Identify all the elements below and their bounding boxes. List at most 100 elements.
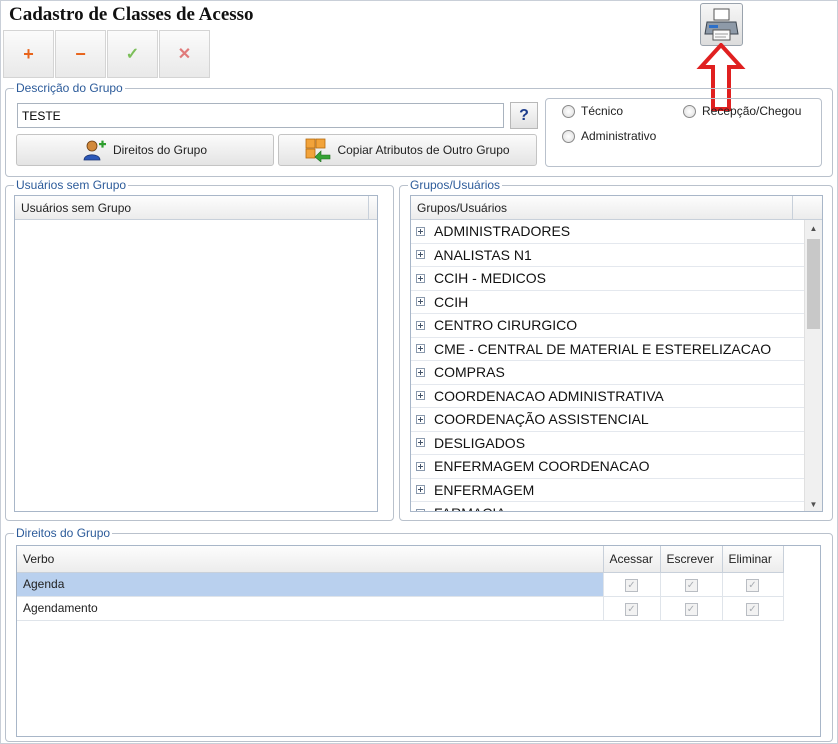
tree-item-label: ENFERMAGEM [434, 481, 535, 498]
acessar-cell: ✓ [603, 596, 661, 621]
expand-icon[interactable] [416, 297, 425, 307]
escrever-checkbox[interactable]: ✓ [684, 578, 698, 592]
table-row[interactable]: Agenda ✓ ✓ ✓ [17, 572, 784, 597]
expand-icon[interactable] [416, 367, 425, 377]
acessar-checkbox[interactable]: ✓ [625, 602, 638, 616]
tree-item[interactable]: COMPRAS [411, 361, 805, 385]
direitos-table: Verbo Acessar Escrever Eliminar Agenda ✓ ✓… [17, 546, 784, 621]
expand-icon[interactable] [416, 508, 425, 511]
copiar-atributos-label: Copiar Atributos de Outro Grupo [337, 143, 510, 157]
tree-item[interactable]: ENFERMAGEM COORDENACAO [411, 455, 805, 479]
direitos-grid[interactable]: Verbo Acessar Escrever Eliminar Agenda ✓ ✓… [16, 545, 821, 737]
grid-header: Grupos/Usuários [411, 196, 822, 220]
verbo-cell: Agendamento [17, 596, 604, 621]
user-add-icon [83, 140, 106, 161]
vertical-scrollbar[interactable]: ▲ ▼ [804, 220, 822, 511]
grupos-usuarios-legend: Grupos/Usuários [410, 178, 501, 192]
column-header-grupos[interactable]: Grupos/Usuários [411, 196, 793, 219]
copy-attributes-icon [306, 138, 331, 162]
expand-icon[interactable] [416, 485, 425, 495]
tree-item-label: COORDENACAO ADMINISTRATIVA [434, 387, 664, 404]
tree-item[interactable]: ANALISTAS N1 [411, 244, 805, 267]
group-name-input[interactable] [17, 103, 504, 128]
tree-item-label: ANALISTAS N1 [434, 246, 532, 263]
cancel-button[interactable]: ✕ [159, 30, 210, 78]
expand-icon[interactable] [416, 226, 425, 236]
copiar-atributos-button[interactable]: Copiar Atributos de Outro Grupo [278, 134, 537, 166]
tree-item-label: COORDENAÇÃO ASSISTENCIAL [434, 411, 649, 428]
printer-icon [704, 8, 739, 41]
table-row[interactable]: Agendamento ✓ ✓ ✓ [17, 596, 784, 621]
tree-item[interactable]: ENFERMAGEM [411, 479, 805, 502]
descricao-legend: Descrição do Grupo [16, 81, 123, 95]
acessar-cell: ✓ [603, 572, 661, 597]
column-header-eliminar[interactable]: Eliminar [722, 546, 784, 573]
tree-item[interactable]: CENTRO CIRURGICO [411, 314, 805, 338]
tree-item[interactable]: CME - CENTRAL DE MATERIAL E ESTERELIZACA… [411, 338, 805, 361]
direitos-do-grupo-label: Direitos do Grupo [112, 143, 208, 157]
tree-item[interactable]: DESLIGADOS [411, 432, 805, 455]
column-header-acessar[interactable]: Acessar [603, 546, 661, 573]
column-header-escrever[interactable]: Escrever [660, 546, 723, 573]
tree-list: ADMINISTRADORES ANALISTAS N1 CCIH - MEDICO… [411, 220, 805, 511]
escrever-cell: ✓ [660, 596, 723, 621]
tree-item-label: FARMACIA [434, 505, 506, 511]
tree-item-label: ADMINISTRADORES [434, 223, 571, 240]
escrever-cell: ✓ [660, 572, 723, 597]
tree-item[interactable]: CCIH - MEDICOS [411, 267, 805, 291]
radio-administrativo[interactable]: Administrativo [562, 129, 656, 143]
usuarios-sem-grupo-legend: Usuários sem Grupo [16, 178, 127, 192]
radio-recepcao[interactable]: Recepção/Chegou [683, 104, 801, 118]
eliminar-checkbox[interactable]: ✓ [746, 578, 759, 592]
verbo-cell: Agenda [17, 572, 604, 597]
confirm-button[interactable]: ✓ [107, 30, 158, 78]
toolbar: + − ✓ ✕ [3, 30, 210, 78]
expand-icon[interactable] [416, 320, 425, 330]
tree-item-label: CENTRO CIRURGICO [434, 317, 578, 334]
direitos-do-grupo-button[interactable]: Direitos do Grupo [16, 134, 274, 166]
column-header-verbo[interactable]: Verbo [17, 546, 604, 573]
help-button[interactable]: ? [510, 102, 538, 129]
tree-item-label: DESLIGADOS [434, 434, 526, 451]
direitos-legend: Direitos do Grupo [16, 526, 111, 540]
tree-item[interactable]: CCIH [411, 291, 805, 314]
tree-item[interactable]: ADMINISTRADORES [411, 220, 805, 244]
eliminar-cell: ✓ [722, 572, 784, 597]
tree-item-label: ENFERMAGEM COORDENACAO [434, 458, 650, 475]
expand-icon[interactable] [416, 250, 425, 260]
page-title: Cadastro de Classes de Acesso [9, 4, 254, 25]
tree-item[interactable]: COORDENACAO ADMINISTRATIVA [411, 385, 805, 408]
scroll-up-icon[interactable]: ▲ [805, 220, 822, 236]
scroll-down-icon[interactable]: ▼ [805, 496, 822, 511]
print-button[interactable] [700, 3, 743, 46]
radio-circle [683, 104, 696, 118]
radio-circle [562, 104, 575, 118]
eliminar-cell: ✓ [722, 596, 784, 621]
tree-item-label: CCIH - MEDICOS [434, 270, 546, 287]
radio-tecnico[interactable]: Técnico [562, 104, 623, 118]
column-header-usuarios[interactable]: Usuários sem Grupo [15, 196, 369, 219]
escrever-checkbox[interactable]: ✓ [684, 602, 698, 616]
radio-administrativo-label: Administrativo [581, 129, 657, 143]
scroll-thumb[interactable] [807, 239, 820, 329]
eliminar-checkbox[interactable]: ✓ [746, 602, 759, 616]
expand-icon[interactable] [416, 438, 425, 448]
radio-circle [562, 129, 575, 143]
add-button[interactable]: + [3, 30, 54, 78]
remove-button[interactable]: − [55, 30, 106, 78]
grupos-usuarios-tree[interactable]: Grupos/Usuários ADMINISTRADORES ANALISTAS… [410, 195, 823, 512]
expand-icon[interactable] [416, 344, 425, 354]
expand-icon[interactable] [416, 391, 425, 401]
usuarios-sem-grupo-grid[interactable]: Usuários sem Grupo [14, 195, 378, 512]
radio-recepcao-label: Recepção/Chegou [702, 104, 802, 118]
tree-item-label: CCIH [434, 293, 469, 310]
radio-tecnico-label: Técnico [581, 104, 624, 118]
tree-item[interactable]: FARMACIA [411, 502, 805, 511]
grid-header: Usuários sem Grupo [15, 196, 377, 220]
acessar-checkbox[interactable]: ✓ [625, 578, 638, 592]
tree-item[interactable]: COORDENAÇÃO ASSISTENCIAL [411, 408, 805, 432]
expand-icon[interactable] [416, 414, 425, 424]
expand-icon[interactable] [416, 461, 425, 471]
expand-icon[interactable] [416, 273, 425, 283]
tree-item-label: COMPRAS [434, 364, 505, 381]
